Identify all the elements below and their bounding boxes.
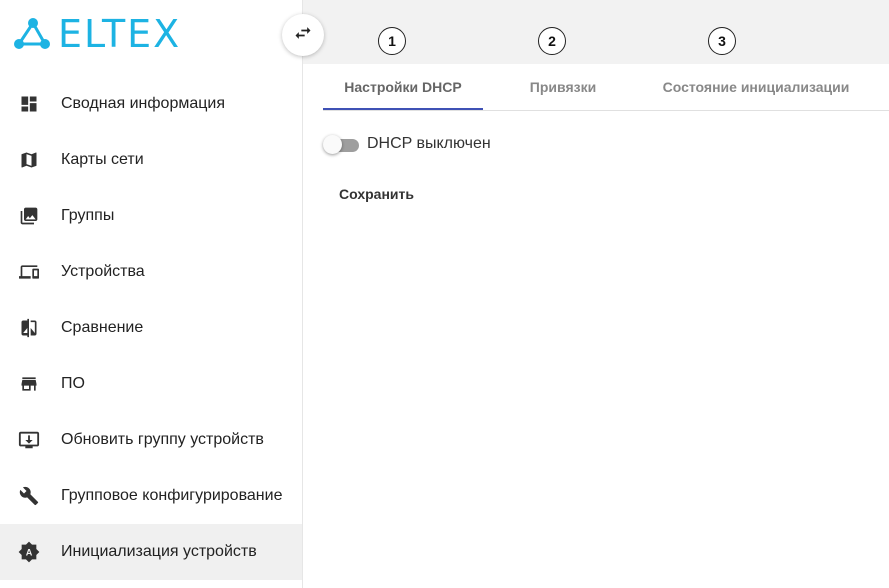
- tab-label: Привязки: [529, 79, 597, 95]
- sidebar: ELTEX Сводная информация Карты сети Груп…: [0, 0, 303, 588]
- tab-bindings[interactable]: Привязки: [483, 64, 643, 110]
- sidebar-item-device-init[interactable]: A Инициализация устройств: [0, 524, 302, 580]
- photo-library-icon: [18, 205, 40, 227]
- sidebar-item-label: Сравнение: [61, 319, 144, 336]
- dhcp-toggle-row: DHCP выключен: [323, 132, 491, 156]
- tab-label: Состояние инициализации: [662, 79, 850, 95]
- active-tab-indicator: [323, 108, 483, 110]
- callout-marker-3: 3: [708, 27, 736, 55]
- sidebar-item-update-group[interactable]: Обновить группу устройств: [0, 412, 302, 468]
- callout-marker-1: 1: [378, 27, 406, 55]
- sidebar-item-dashboard[interactable]: Сводная информация: [0, 76, 302, 132]
- map-icon: [18, 149, 40, 171]
- switch-thumb: [323, 135, 342, 154]
- sidebar-item-label: Обновить группу устройств: [61, 431, 264, 448]
- swap-arrows-icon: [293, 23, 313, 48]
- svg-text:A: A: [26, 548, 33, 558]
- sidebar-nav: Сводная информация Карты сети Группы Уст…: [0, 76, 302, 580]
- sidebar-item-devices[interactable]: Устройства: [0, 244, 302, 300]
- tab-label: Настройки DHCP: [344, 79, 462, 95]
- sidebar-item-software[interactable]: ПО: [0, 356, 302, 412]
- sidebar-item-groups[interactable]: Группы: [0, 188, 302, 244]
- logo-text: ELTEX: [58, 12, 182, 56]
- eltex-logo[interactable]: ELTEX: [12, 14, 212, 54]
- tab-bar: Настройки DHCP Привязки Состояние инициа…: [323, 64, 889, 111]
- callout-marker-2: 2: [538, 27, 566, 55]
- sidebar-item-compare[interactable]: Сравнение: [0, 300, 302, 356]
- compare-icon: [18, 317, 40, 339]
- tab-dhcp-settings[interactable]: Настройки DHCP: [323, 64, 483, 110]
- eltex-logo-icon: [14, 18, 50, 49]
- sidebar-item-label: Устройства: [61, 263, 145, 280]
- dhcp-toggle-switch[interactable]: [323, 134, 359, 154]
- save-button[interactable]: Сохранить: [330, 178, 423, 210]
- tab-init-status[interactable]: Состояние инициализации: [643, 64, 869, 110]
- sidebar-item-label: Группы: [61, 207, 115, 224]
- sidebar-item-network-maps[interactable]: Карты сети: [0, 132, 302, 188]
- dashboard-icon: [18, 93, 40, 115]
- sidebar-item-label: ПО: [61, 375, 85, 392]
- dhcp-toggle-label: DHCP выключен: [367, 135, 491, 152]
- system-update-icon: [18, 429, 40, 451]
- store-icon: [18, 373, 40, 395]
- toggle-sidebar-button[interactable]: [282, 14, 324, 56]
- sidebar-item-label: Сводная информация: [61, 95, 225, 112]
- brightness-auto-icon: A: [18, 541, 40, 563]
- devices-icon: [18, 261, 40, 283]
- sidebar-item-label: Инициализация устройств: [61, 543, 257, 560]
- sidebar-item-label: Карты сети: [61, 151, 144, 168]
- wrench-icon: [18, 485, 40, 507]
- sidebar-item-label: Групповое конфигурирование: [61, 487, 283, 504]
- sidebar-item-group-config[interactable]: Групповое конфигурирование: [0, 468, 302, 524]
